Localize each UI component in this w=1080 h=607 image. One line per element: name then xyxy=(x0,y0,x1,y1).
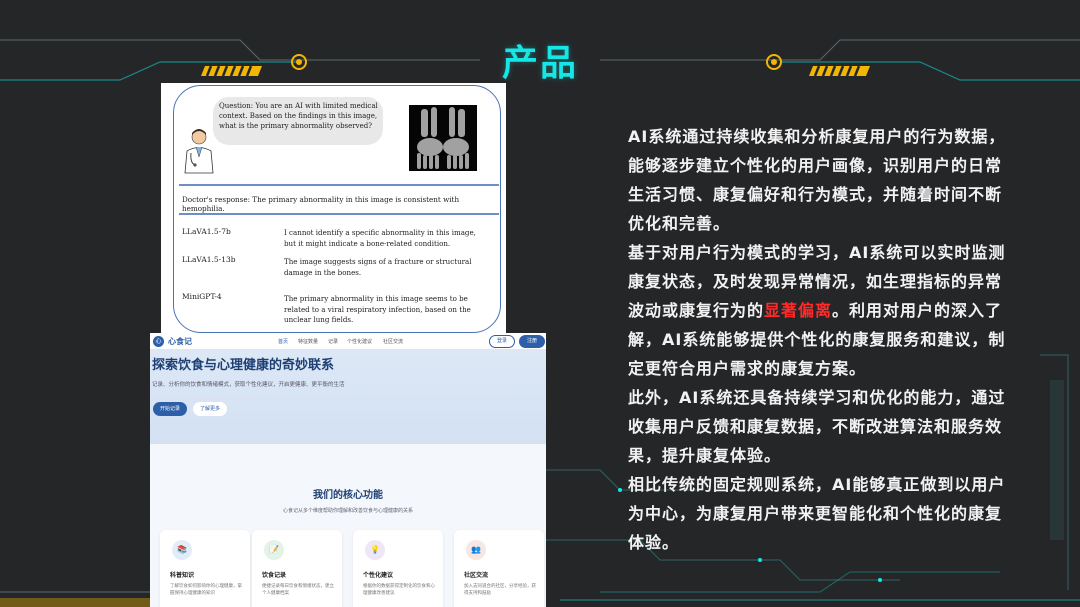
paragraph-1: AI系统通过持续收集和分析康复用户的行为数据，能够逐步建立个性化的用户画像，识别… xyxy=(628,127,1006,233)
nav-item-community[interactable]: 社区交流 xyxy=(383,338,403,345)
paragraph-3: 此外，AI系统还具备持续学习和优化的能力，通过收集用户反馈和康复数据，不断改进算… xyxy=(628,388,1006,465)
card-description: 便捷记录每日饮食和情绪状态，建立个人健康档案 xyxy=(262,584,334,596)
doctor-icon xyxy=(184,129,214,174)
feature-card[interactable]: 💡 个性化建议 根据你的数据获得定制化的饮食和心理健康改善建议 xyxy=(353,530,443,607)
feature-card[interactable]: 📚 科普知识 了解饮食如何影响你的心理健康，掌握保持心理健康的知识 xyxy=(160,530,250,607)
model-name: LLaVA1.5-13b xyxy=(182,255,236,264)
description-text: AI系统通过持续收集和分析康复用户的行为数据，能够逐步建立个性化的用户画像，识别… xyxy=(628,122,1010,557)
book-icon: 📚 xyxy=(172,540,192,560)
question-text: Question: You are an AI with limited med… xyxy=(219,102,378,130)
doctor-response: Doctor's response: The primary abnormali… xyxy=(182,195,460,213)
card-title: 社区交流 xyxy=(464,572,489,579)
model-name: LLaVA1.5-7b xyxy=(182,227,231,236)
site-navbar: 心 心食记 首页 特征数量 记录 个性化建议 社区交流 登录 注册 xyxy=(150,333,546,349)
model-answer: The primary abnormality in this image se… xyxy=(284,294,471,324)
card-title: 个性化建议 xyxy=(363,572,394,579)
feature-card[interactable]: 👥 社区交流 加入志同道合的社区，分享经验，获得支持和鼓励 xyxy=(454,530,544,607)
card-description: 加入志同道合的社区，分享经验，获得支持和鼓励 xyxy=(464,584,536,596)
paragraph-4: 相比传统的固定规则系统，AI能够真正做到以用户为中心，为康复用户带来更智能化和个… xyxy=(628,475,1006,552)
hero-subtitle: 记录、分析你的饮食和情绪模式，获取个性化建议，开启更健康、更平衡的生活 xyxy=(152,382,345,388)
register-button[interactable]: 注册 xyxy=(519,335,545,348)
model-name: MiniGPT-4 xyxy=(182,292,222,301)
paper-figure: Question: You are an AI with limited med… xyxy=(161,83,506,337)
login-button[interactable]: 登录 xyxy=(489,335,515,348)
site-name[interactable]: 心食记 xyxy=(168,336,192,347)
model-answer: The image suggests signs of a fracture o… xyxy=(284,257,472,277)
website-screenshot: 心 心食记 首页 特征数量 记录 个性化建议 社区交流 登录 注册 探索饮食与心… xyxy=(150,333,546,607)
card-description: 根据你的数据获得定制化的饮食和心理健康改善建议 xyxy=(363,584,435,596)
feature-card[interactable]: 📝 饮食记录 便捷记录每日饮食和情绪状态，建立个人健康档案 xyxy=(252,530,342,607)
card-description: 了解饮食如何影响你的心理健康，掌握保持心理健康的知识 xyxy=(170,584,242,596)
model-answer: I cannot identify a specific abnormality… xyxy=(284,228,476,248)
start-record-button[interactable]: 开始记录 xyxy=(153,402,187,416)
highlight-text: 显著偏离 xyxy=(764,301,833,320)
slide-title: 产品 xyxy=(501,43,578,84)
site-logo: 心 xyxy=(153,336,164,347)
nav-item-record[interactable]: 记录 xyxy=(328,338,338,345)
bulb-icon: 💡 xyxy=(365,540,385,560)
xray-image xyxy=(409,105,477,171)
people-icon: 👥 xyxy=(466,540,486,560)
nav-item-features[interactable]: 特征数量 xyxy=(298,338,318,345)
card-title: 饮食记录 xyxy=(262,572,287,579)
nav-item-home[interactable]: 首页 xyxy=(278,338,288,345)
learn-more-button[interactable]: 了解更多 xyxy=(193,402,227,416)
separator-line xyxy=(179,213,499,215)
features-title: 我们的核心功能 xyxy=(313,490,383,501)
separator-line xyxy=(179,184,499,186)
features-subtitle: 心食记从多个维度帮助你理解和改善饮食与心理健康的关系 xyxy=(282,508,413,514)
card-title: 科普知识 xyxy=(170,572,195,579)
notes-icon: 📝 xyxy=(264,540,284,560)
nav-item-advice[interactable]: 个性化建议 xyxy=(347,338,372,345)
paragraph-2: 基于对用户行为模式的学习，AI系统可以实时监测康复状态，及时发现异常情况，如生理… xyxy=(628,238,1010,383)
hero-section: 探索饮食与心理健康的奇妙联系 记录、分析你的饮食和情绪模式，获取个性化建议，开启… xyxy=(150,349,546,444)
hero-title: 探索饮食与心理健康的奇妙联系 xyxy=(152,358,335,373)
